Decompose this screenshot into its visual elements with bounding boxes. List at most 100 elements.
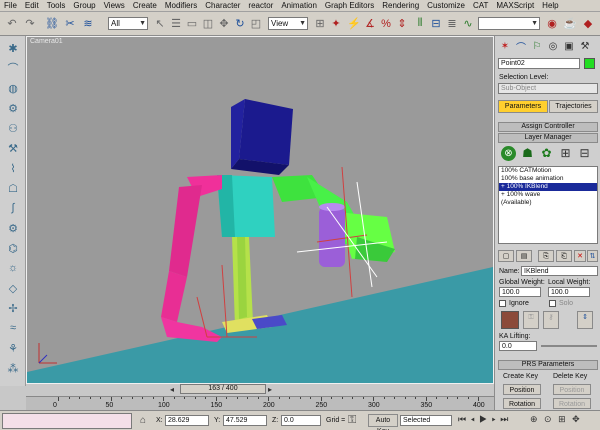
trajectories-tab-button[interactable]: Trajectories: [549, 100, 598, 113]
utilities-tab-icon[interactable]: ⚒: [578, 39, 592, 53]
align-icon[interactable]: ⊟: [428, 15, 444, 32]
rect-selection-icon[interactable]: ▭: [184, 15, 200, 32]
menu-modifiers[interactable]: Modifiers: [161, 0, 201, 12]
time-ruler[interactable]: 0 50 100 150 200 250 300 350 400: [26, 396, 494, 410]
angle-snap-icon[interactable]: ∡: [362, 15, 378, 32]
display-tab-icon[interactable]: ▣: [562, 39, 576, 53]
modify-icon[interactable]: ⌒: [4, 60, 22, 76]
render-setup-icon[interactable]: ☕: [562, 15, 578, 32]
menu-graph-editors[interactable]: Graph Editors: [321, 0, 378, 12]
menu-file[interactable]: File: [0, 0, 21, 12]
key-filter-dropdown[interactable]: Selected: [400, 415, 452, 426]
paste-layer-icon[interactable]: ⊟: [577, 146, 592, 161]
object-name-field[interactable]: Point02: [498, 58, 580, 69]
layer-name-field[interactable]: IKBlend: [521, 266, 598, 276]
camera-viewport[interactable]: Camera01: [26, 36, 494, 384]
bone-tool-icon[interactable]: ⌇: [4, 160, 22, 176]
motion-icon[interactable]: ⚙: [4, 100, 22, 116]
menu-animation[interactable]: Animation: [277, 0, 321, 12]
delete-rotation-key-button[interactable]: Rotation: [553, 398, 591, 409]
parameters-tab-button[interactable]: Parameters: [498, 100, 548, 113]
sub-object-dropdown[interactable]: Sub-Object: [498, 83, 598, 94]
menu-views[interactable]: Views: [100, 0, 129, 12]
global-weight-input[interactable]: 100.0: [499, 287, 541, 297]
delete-layer-icon[interactable]: ✕: [574, 250, 586, 262]
gear-icon[interactable]: ⚙: [4, 220, 22, 236]
snap-toggle-icon[interactable]: ⚡: [346, 15, 362, 32]
local-weight-input[interactable]: 100.0: [548, 287, 590, 297]
lock-icon[interactable]: ⚿: [523, 311, 539, 329]
select-by-name-icon[interactable]: ☰: [168, 15, 184, 32]
up-down-icon[interactable]: ⇕: [577, 311, 593, 329]
named-selection-dropdown[interactable]: ▼: [478, 17, 540, 30]
prev-frame-icon[interactable]: ◂: [170, 385, 174, 394]
copy-icon[interactable]: ⎘: [538, 250, 554, 262]
layer-list[interactable]: 100% CATMotion 100% base animation + 100% …: [498, 166, 598, 244]
spline-tool-icon[interactable]: ∫: [4, 200, 22, 216]
select-move-icon[interactable]: ✥: [216, 15, 232, 32]
create-rotation-key-button[interactable]: Rotation: [503, 398, 541, 409]
select-object-icon[interactable]: ↖: [152, 15, 168, 32]
menu-rendering[interactable]: Rendering: [378, 0, 423, 12]
character-icon[interactable]: ☗: [520, 146, 535, 161]
modify-tab-icon[interactable]: ⌒: [514, 39, 528, 54]
undo-icon[interactable]: ↶: [4, 15, 20, 32]
delete-position-key-button[interactable]: Position: [553, 384, 591, 395]
add-layer-icon[interactable]: ▤: [516, 250, 532, 262]
spinner-snap-icon[interactable]: ⇕: [394, 15, 410, 32]
particle-icon[interactable]: ⁂: [4, 360, 22, 376]
layer-row[interactable]: + 100% IKBlend: [499, 183, 597, 191]
menu-tools[interactable]: Tools: [43, 0, 70, 12]
hierarchy-tab-icon[interactable]: ⚐: [530, 39, 544, 53]
reference-coordinate-dropdown[interactable]: View ▼: [268, 17, 308, 30]
time-slider[interactable]: 163 / 400: [180, 384, 266, 394]
link-icon[interactable]: ⛓: [44, 15, 60, 32]
quick-render-icon[interactable]: ◆: [580, 15, 596, 32]
assign-controller-rollout[interactable]: Assign Controller: [498, 122, 598, 132]
layer-row[interactable]: 100% CATMotion: [499, 167, 597, 175]
shape-tool-icon[interactable]: ◇: [4, 280, 22, 296]
menu-group[interactable]: Group: [69, 0, 99, 12]
figure-icon[interactable]: ✿: [539, 146, 554, 161]
curve-editor-icon[interactable]: ∿: [460, 15, 476, 32]
copy-layer-icon[interactable]: ⊞: [558, 146, 573, 161]
display-icon[interactable]: ⚇: [4, 120, 22, 136]
percent-snap-icon[interactable]: %: [378, 15, 394, 32]
layer-color-swatch[interactable]: [501, 311, 519, 329]
redo-icon[interactable]: ↷: [22, 15, 38, 32]
menu-maxscript[interactable]: MAXScript: [492, 0, 538, 12]
layer-row[interactable]: 100% base animation: [499, 175, 597, 183]
biped-icon[interactable]: ☖: [4, 180, 22, 196]
hierarchy-icon[interactable]: ◍: [4, 80, 22, 96]
next-frame-icon[interactable]: ▸: [268, 385, 272, 394]
menu-help[interactable]: Help: [538, 0, 562, 12]
maxscript-listener[interactable]: [2, 413, 132, 429]
solo-checkbox[interactable]: [549, 300, 556, 307]
catmotion-icon[interactable]: ⊗: [501, 146, 516, 161]
window-crossing-icon[interactable]: ◫: [200, 15, 216, 32]
menu-create[interactable]: Create: [129, 0, 161, 12]
viewport-label[interactable]: Camera01: [30, 38, 63, 45]
camera-tool-icon[interactable]: ⌬: [4, 240, 22, 256]
paste-icon[interactable]: ⎗: [556, 250, 572, 262]
lock-selection-icon[interactable]: ⌂: [140, 415, 146, 426]
menu-edit[interactable]: Edit: [21, 0, 43, 12]
menu-reactor[interactable]: reactor: [244, 0, 277, 12]
move-layer-icon[interactable]: ⇅: [587, 250, 598, 262]
create-icon[interactable]: ✱: [4, 40, 22, 56]
bind-space-warp-icon[interactable]: ≋: [80, 15, 96, 32]
create-tab-icon[interactable]: ✶: [498, 39, 512, 53]
mirror-icon[interactable]: ⫴: [412, 15, 428, 32]
utilities-icon[interactable]: ⚒: [4, 140, 22, 156]
menu-customize[interactable]: Customize: [423, 0, 469, 12]
auto-key-button[interactable]: Auto Key: [368, 414, 398, 430]
light-tool-icon[interactable]: ☼: [4, 260, 22, 276]
select-scale-icon[interactable]: ◰: [248, 15, 264, 32]
playback-controls[interactable]: ⏮ ◂ ▶ ▸ ⏭: [458, 414, 509, 425]
layer-manager-icon[interactable]: ≣: [444, 15, 460, 32]
motion-tab-icon[interactable]: ◎: [546, 39, 560, 53]
y-coordinate-field[interactable]: 47.529: [223, 415, 267, 426]
material-editor-icon[interactable]: ◉: [544, 15, 560, 32]
layer-manager-rollout[interactable]: Layer Manager: [498, 133, 598, 143]
system-tool-icon[interactable]: ⚘: [4, 340, 22, 356]
